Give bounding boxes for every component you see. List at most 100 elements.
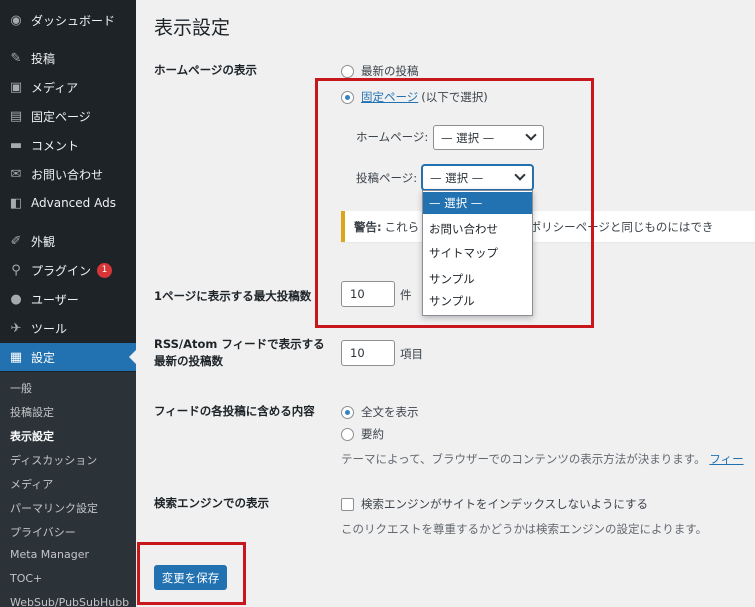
submenu-item-general[interactable]: 一般: [10, 380, 32, 396]
sidebar-item-label: プラグイン: [31, 263, 92, 278]
submenu-item-toc[interactable]: TOC+: [10, 572, 42, 585]
sidebar-item-tools[interactable]: ✈ ツール: [0, 314, 136, 342]
sidebar-item-media[interactable]: ▣ メディア: [0, 73, 136, 101]
search-engine-label: 検索エンジンでの表示: [154, 496, 269, 510]
submenu-item-media[interactable]: メディア: [10, 476, 53, 492]
sidebar-item-users[interactable]: ● ユーザー: [0, 285, 136, 313]
chevron-down-icon: [514, 169, 526, 181]
rss-label-line1: RSS/Atom フィードで表示する: [154, 337, 325, 351]
feed-help-link[interactable]: フィー: [709, 452, 743, 466]
rss-count-input[interactable]: 10: [341, 340, 395, 366]
sidebar-item-dashboard[interactable]: ◉ ダッシュボード: [0, 6, 136, 34]
dropdown-option[interactable]: お問い合わせ: [423, 218, 532, 240]
dropdown-option[interactable]: サイトマップ: [423, 242, 532, 264]
appearance-icon: ✐: [10, 233, 22, 249]
submenu-item-privacy[interactable]: プライバシー: [10, 524, 76, 540]
wrench-icon: ✈: [10, 320, 22, 336]
submenu-item-discussion[interactable]: ディスカッション: [10, 452, 97, 468]
sidebar-item-contact[interactable]: ✉ お問い合わせ: [0, 160, 136, 188]
page-title: 表示設定: [154, 17, 231, 39]
dropdown-option[interactable]: サンプル: [423, 268, 532, 290]
dropdown-option[interactable]: — 選択 —: [423, 192, 532, 214]
posts-per-page-label: 1ページに表示する最大投稿数: [154, 289, 312, 303]
postspage-dropdown-list: — 選択 — お問い合わせ サイトマップ サンプル サンプル: [422, 190, 533, 316]
radio-static-page[interactable]: [341, 90, 354, 104]
homepage-select[interactable]: — 選択 —: [433, 125, 544, 150]
sidebar-item-label: 固定ページ: [31, 109, 91, 124]
submenu-item-permalink[interactable]: パーマリンク設定: [10, 500, 98, 516]
option-suffix: (以下で選択): [421, 90, 488, 104]
user-icon: ●: [10, 291, 22, 307]
posts-per-page-input[interactable]: 10: [341, 281, 395, 307]
submenu-item-meta-manager[interactable]: Meta Manager: [10, 548, 89, 561]
comment-icon: ▬: [9, 137, 23, 153]
sidebar-item-advanced-ads[interactable]: ◧ Advanced Ads: [0, 189, 136, 217]
sidebar-item-label: 外観: [31, 234, 56, 249]
sidebar-item-comments[interactable]: ▬ コメント: [0, 131, 136, 159]
option-label: 要約: [361, 427, 384, 441]
sidebar-item-label: Advanced Ads: [31, 196, 116, 210]
mail-icon: ✉: [10, 166, 22, 182]
admin-sidebar: ◉ ダッシュボード ✎ 投稿 ▣ メディア ▤ 固定ページ ▬ コメント ✉ お…: [0, 0, 136, 607]
static-page-link[interactable]: 固定ページ: [361, 89, 418, 105]
feed-content-description: テーマによって、ブラウザーでのコンテンツの表示方法が決まります。 フィー: [341, 451, 744, 467]
sidebar-item-label: 投稿: [31, 51, 56, 66]
radio-summary[interactable]: [341, 427, 354, 441]
rss-label-line2: 最新の投稿数: [154, 354, 223, 368]
postspage-select[interactable]: — 選択 —: [422, 165, 533, 190]
sidebar-item-appearance[interactable]: ✐ 外観: [0, 227, 136, 255]
option-discourage-search[interactable]: 検索エンジンがサイトをインデックスしないようにする: [341, 496, 648, 512]
posts-per-page-unit: 件: [400, 288, 412, 302]
warning-label: 警告:: [354, 219, 382, 234]
homepage-display-label: ホームページの表示: [154, 63, 257, 77]
sidebar-item-pages[interactable]: ▤ 固定ページ: [0, 102, 136, 130]
radio-latest-posts[interactable]: [341, 64, 354, 78]
submenu-item-websub[interactable]: WebSub/PubSubHubb: [10, 596, 129, 607]
option-label: 最新の投稿: [361, 64, 419, 78]
sidebar-item-plugins[interactable]: ⚲ プラグイン 1: [0, 256, 136, 284]
description-text: テーマによって、ブラウザーでのコンテンツの表示方法が決まります。: [341, 452, 706, 466]
option-label: 全文を表示: [361, 405, 419, 419]
sidebar-item-settings[interactable]: ▦ 設定: [0, 343, 136, 371]
option-full-text[interactable]: 全文を表示: [341, 404, 419, 420]
rss-count-unit: 項目: [400, 347, 423, 361]
select-value: — 選択 —: [430, 170, 484, 185]
update-count-badge: 1: [97, 262, 113, 278]
settings-icon: ▦: [9, 349, 23, 365]
chevron-down-icon: [525, 129, 537, 141]
sidebar-item-label: メディア: [31, 80, 79, 95]
select-value: — 選択 —: [441, 130, 495, 145]
settings-submenu: 一般 投稿設定 表示設定 ディスカッション メディア パーマリンク設定 プライバ…: [0, 372, 136, 607]
save-changes-button[interactable]: 変更を保存: [154, 565, 227, 590]
warning-text-start: これら: [384, 219, 420, 234]
option-summary[interactable]: 要約: [341, 426, 384, 442]
ads-icon: ◧: [9, 195, 23, 211]
sidebar-item-label: ユーザー: [31, 292, 79, 307]
warning-notice: 警告: これら バシーポリシーページと同じものにはでき: [341, 211, 755, 242]
radio-full-text[interactable]: [341, 405, 354, 419]
sidebar-item-label: ダッシュボード: [31, 13, 116, 28]
media-icon: ▣: [9, 79, 23, 95]
settings-content: 表示設定 ホームページの表示 最新の投稿 固定ページ (以下で選択) ホームペー…: [136, 0, 755, 607]
dashboard-icon: ◉: [10, 12, 22, 28]
checkbox-label: 検索エンジンがサイトをインデックスしないようにする: [361, 497, 649, 511]
option-latest-posts[interactable]: 最新の投稿: [341, 63, 419, 79]
postspage-select-label: 投稿ページ:: [356, 171, 418, 185]
homepage-select-label: ホームページ:: [356, 130, 429, 144]
sidebar-item-label: ツール: [31, 321, 68, 336]
submenu-item-writing[interactable]: 投稿設定: [10, 404, 54, 420]
feed-content-label: フィードの各投稿に含める内容: [154, 404, 315, 418]
sidebar-item-label: コメント: [31, 138, 80, 153]
sidebar-item-label: お問い合わせ: [31, 167, 104, 182]
page-icon: ▤: [9, 108, 23, 124]
submenu-item-reading[interactable]: 表示設定: [10, 428, 54, 444]
dropdown-option[interactable]: サンプル: [423, 290, 532, 312]
sidebar-item-label: 設定: [31, 350, 56, 365]
active-indicator: [129, 350, 136, 364]
search-engine-description: このリクエストを尊重するかどうかは検索エンジンの設定によります。: [341, 522, 708, 536]
pin-icon: ✎: [10, 50, 22, 66]
discourage-search-checkbox[interactable]: [341, 497, 354, 511]
plugin-icon: ⚲: [11, 262, 21, 278]
sidebar-item-posts[interactable]: ✎ 投稿: [0, 44, 136, 72]
option-static-page[interactable]: 固定ページ (以下で選択): [341, 89, 488, 105]
